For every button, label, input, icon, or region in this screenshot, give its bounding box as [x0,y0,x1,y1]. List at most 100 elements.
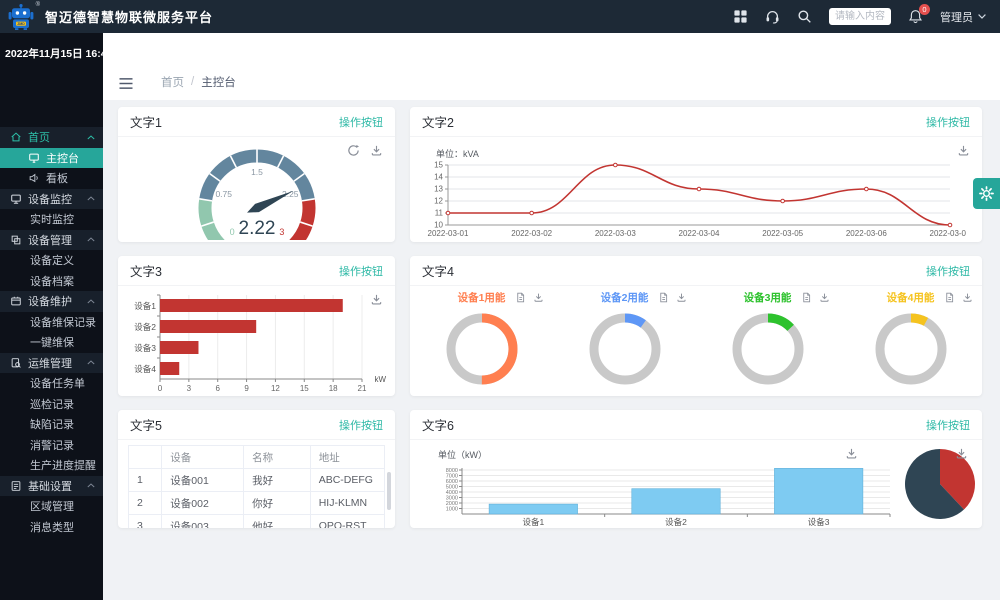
svg-text:2022-03-05: 2022-03-05 [762,229,803,238]
search-icon[interactable] [797,9,812,24]
registered-mark: ® [36,2,40,8]
sidebar-item[interactable]: 看板 [0,168,103,189]
card-text2: 文字2 操作按钮 单位：kVA 1011121314152022-03-0120… [410,107,982,242]
sidebar-item[interactable]: 首页 [0,127,103,148]
table-row[interactable]: 1设备001我好ABC-DEFG [129,469,385,492]
download-icon[interactable] [676,292,687,303]
sidebar-item[interactable]: 实时监控 [0,209,103,230]
home-icon [10,131,22,143]
hamburger-menu-icon[interactable] [118,77,134,90]
svg-text:18: 18 [329,384,338,393]
breadcrumb: 首页 / 主控台 [161,74,236,90]
card-title: 文字4 [422,261,454,280]
sidebar-item[interactable]: 设备档案 [0,271,103,292]
svg-text:kW: kW [374,375,386,384]
search-input[interactable] [829,8,891,25]
table-cell: 我好 [244,469,311,492]
sidebar-item-label: 主控台 [46,150,103,166]
document-icon[interactable] [944,292,955,303]
table-cell: 你好 [244,492,311,515]
download-icon[interactable] [845,447,858,460]
refresh-icon[interactable] [347,144,360,157]
datetime-display: 2022年11月15日 16:44:13 [5,46,128,61]
donut-chart: 设备1用能 [410,291,553,396]
sidebar-item[interactable]: 巡检记录 [0,394,103,415]
sidebar-item[interactable]: 设备维护 [0,291,103,312]
table-cell: ABC-DEFG [310,469,384,492]
svg-text:7000: 7000 [446,474,458,480]
sidebar-item[interactable]: 消警记录 [0,435,103,456]
card-action-button[interactable]: 操作按钮 [926,114,970,130]
download-icon[interactable] [819,292,830,303]
app-logo: ® [7,3,37,31]
sidebar-item[interactable]: 设备监控 [0,189,103,210]
sidebar-item[interactable]: 区域管理 [0,496,103,517]
download-icon[interactable] [370,144,383,157]
table-row[interactable]: 3设备003他好OPQ-RST [129,515,385,529]
table-header-cell: 设备 [162,446,244,469]
sidebar-item[interactable]: 设备任务单 [0,373,103,394]
sidebar-item[interactable]: 设备管理 [0,230,103,251]
breadcrumb-home[interactable]: 首页 [161,74,184,90]
svg-text:0: 0 [158,384,163,393]
sidebar-item[interactable]: 一键维保 [0,332,103,353]
download-icon[interactable] [955,447,968,460]
svg-text:设备1: 设备1 [522,517,544,527]
donut-chart: 设备4用能 [839,291,982,396]
sidebar-item[interactable]: 设备维保记录 [0,312,103,333]
sidebar-item[interactable]: 设备定义 [0,250,103,271]
settings-icon [10,480,22,492]
table-header-cell [129,446,162,469]
sidebar-item[interactable]: 运维管理 [0,353,103,374]
svg-text:0: 0 [229,227,234,237]
svg-text:设备2: 设备2 [665,517,687,527]
main-area: 首页 / 主控台 文字1 操作按钮 0.751.52.25032.22 文字2 [103,33,1000,600]
card-action-button[interactable]: 操作按钮 [926,417,970,433]
headset-icon[interactable] [765,9,780,24]
download-icon[interactable] [533,292,544,303]
chevron-down-icon [978,14,986,19]
sidebar-item[interactable]: 缺陷记录 [0,414,103,435]
sidebar-item[interactable]: 主控台 [0,148,103,169]
download-icon[interactable] [370,293,383,306]
donut-title: 设备3用能 [744,291,792,305]
svg-text:3: 3 [279,227,284,237]
download-icon[interactable] [962,292,973,303]
sidebar-menu: 首页主控台看板设备监控实时监控设备管理设备定义设备档案设备维护设备维保记录一键维… [0,127,103,537]
sidebar-item-label: 首页 [28,129,87,145]
document-icon[interactable] [515,292,526,303]
sidebar-item[interactable]: 消息类型 [0,517,103,538]
apps-grid-icon[interactable] [733,9,748,24]
table-cell: 2 [129,492,162,515]
donut-chart: 设备2用能 [553,291,696,396]
sidebar-item-label: 消息类型 [30,519,103,535]
user-menu[interactable]: 管理员 [940,9,986,25]
sidebar-item[interactable]: 生产进度提醒 [0,455,103,476]
svg-text:6000: 6000 [446,479,458,485]
notifications[interactable]: 0 [908,9,923,24]
card-title: 文字3 [130,261,162,280]
table-scrollbar[interactable] [387,472,391,510]
device-table: 设备名称地址1设备001我好ABC-DEFG2设备002你好HIJ-KLMN3设… [128,445,385,528]
card-action-button[interactable]: 操作按钮 [339,114,383,130]
sidebar-item-label: 设备档案 [30,273,103,289]
table-row[interactable]: 2设备002你好HIJ-KLMN [129,492,385,515]
card-action-button[interactable]: 操作按钮 [339,263,383,279]
top-navbar: ® 智迈德智慧物联微服务平台 0 管理员 [0,0,1000,33]
robot-logo-icon [7,3,35,30]
document-icon[interactable] [658,292,669,303]
svg-text:2.22: 2.22 [238,218,275,239]
card-text3: 文字3 操作按钮 036912151821kW设备1设备2设备3设备4 [118,256,395,396]
donut-chart: 设备3用能 [696,291,839,396]
sidebar-item-label: 运维管理 [28,355,87,371]
card-action-button[interactable]: 操作按钮 [926,263,970,279]
card-title: 文字1 [130,112,162,131]
svg-text:15: 15 [434,161,443,170]
donut-title: 设备1用能 [458,291,506,305]
settings-gear-button[interactable] [973,178,1000,209]
document-icon[interactable] [801,292,812,303]
card-text6: 文字6 操作按钮 单位（kW） 100020003000400050006000… [410,410,982,528]
download-icon[interactable] [957,144,970,157]
card-action-button[interactable]: 操作按钮 [339,417,383,433]
sidebar-item[interactable]: 基础设置 [0,476,103,497]
